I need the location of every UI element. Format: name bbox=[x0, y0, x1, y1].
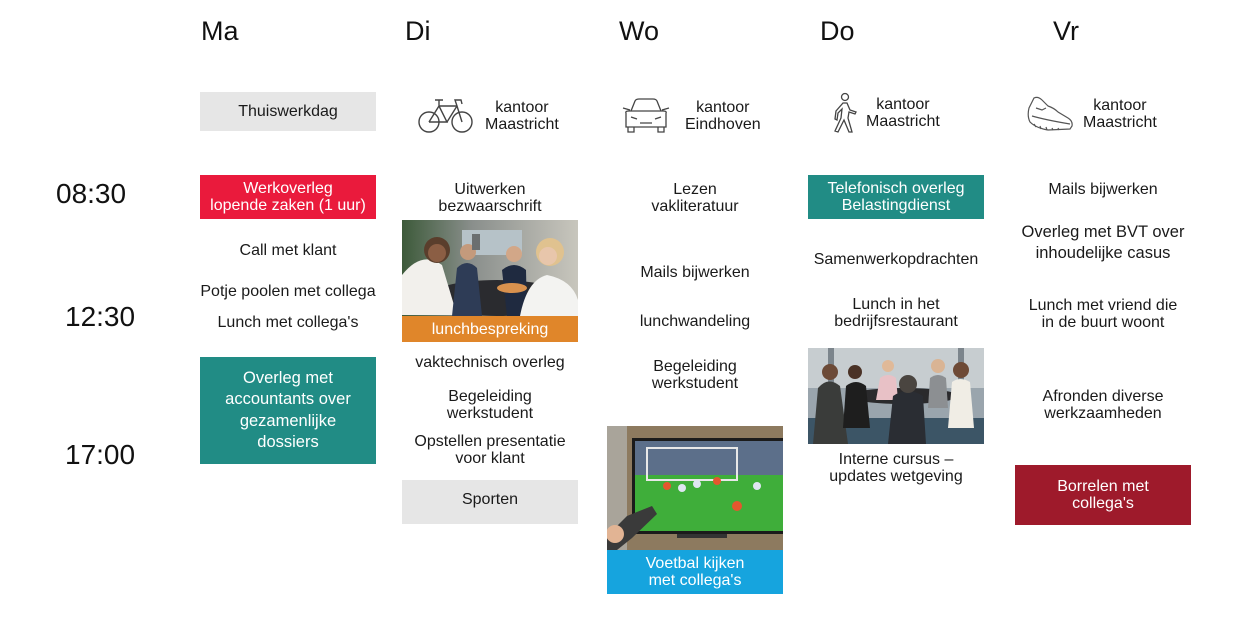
event-line: accountants over bbox=[225, 390, 351, 408]
event-line: bezwaarschrift bbox=[438, 198, 542, 215]
event-line: Uitwerken bbox=[454, 181, 526, 198]
time-label-0830: 08:30 bbox=[56, 178, 127, 209]
event-opstellen-presentatie[interactable]: Opstellen presentatie voor klant bbox=[390, 433, 590, 467]
event-begeleiding-werkstudent[interactable]: Begeleiding werkstudent bbox=[395, 388, 585, 422]
location-thuiswerkdag: Thuiswerkdag bbox=[200, 92, 376, 131]
event-sporten[interactable]: Sporten bbox=[402, 480, 578, 524]
day-header-wo: Wo bbox=[619, 16, 660, 46]
event-line: Belastingdienst bbox=[841, 197, 951, 214]
caption-line: Voetbal kijken bbox=[645, 555, 745, 572]
event-begeleiding-werkstudent-wo[interactable]: Begeleiding werkstudent bbox=[600, 358, 790, 392]
walking-person-icon bbox=[834, 92, 857, 133]
event-overleg-accountants[interactable]: Overleg met accountants over gezamenlijk… bbox=[200, 357, 376, 464]
event-line: bedrijfsrestaurant bbox=[834, 313, 958, 330]
event-interne-cursus[interactable]: Interne cursus – updates wetgeving bbox=[796, 451, 996, 485]
event-line: Werkoverleg bbox=[243, 180, 333, 197]
location-line2: Eindhoven bbox=[685, 116, 761, 133]
event-line: updates wetgeving bbox=[829, 468, 963, 485]
location-line2: Maastricht bbox=[866, 113, 940, 130]
day-header-ma: Ma bbox=[201, 16, 239, 46]
event-line: Opstellen presentatie bbox=[414, 433, 566, 450]
location-line2: Maastricht bbox=[485, 116, 559, 133]
event-call-met-klant[interactable]: Call met klant bbox=[190, 242, 386, 259]
location-do: kantoor Maastricht bbox=[830, 92, 940, 134]
event-lunch-bedrijfsrestaurant[interactable]: Lunch in het bedrijfsrestaurant bbox=[796, 296, 996, 330]
event-line: Lunch in het bbox=[852, 296, 940, 313]
time-label-1230: 12:30 bbox=[65, 301, 136, 332]
event-line: Lunch met vriend die bbox=[1028, 297, 1178, 314]
event-line: lopende zaken (1 uur) bbox=[210, 197, 366, 214]
event-voetbal-kijken[interactable]: Voetbal kijken met collega's bbox=[607, 426, 783, 594]
event-line: Lezen bbox=[673, 181, 717, 198]
event-line: Interne cursus – bbox=[838, 451, 954, 468]
event-line: Sporten bbox=[461, 491, 519, 508]
location-line1: kantoor bbox=[1093, 97, 1147, 114]
sneaker-icon bbox=[1027, 96, 1073, 131]
event-vaktechnisch-overleg[interactable]: vaktechnisch overleg bbox=[395, 354, 585, 371]
voetbal-caption: Voetbal kijken met collega's bbox=[607, 550, 783, 594]
location-label: Thuiswerkdag bbox=[238, 103, 338, 120]
lunchbespreking-caption: lunchbespreking bbox=[402, 316, 578, 342]
event-line: in de buurt woont bbox=[1041, 314, 1165, 331]
event-line: werkzaamheden bbox=[1044, 405, 1162, 422]
event-afronden-werkzaamheden[interactable]: Afronden diverse werkzaamheden bbox=[1003, 388, 1203, 422]
event-lezen-vakliteratuur[interactable]: Lezen vakliteratuur bbox=[600, 181, 790, 215]
event-samenwerkopdrachten[interactable]: Samenwerkopdrachten bbox=[796, 251, 996, 268]
event-uitwerken-bezwaarschrift[interactable]: Uitwerken bezwaarschrift bbox=[395, 181, 585, 215]
event-borrelen[interactable]: Borrelen met collega's bbox=[1015, 465, 1191, 525]
event-lunch-collegas[interactable]: Lunch met collega's bbox=[190, 314, 386, 331]
location-wo: kantoor Eindhoven bbox=[621, 97, 761, 135]
location-vr: kantoor Maastricht bbox=[1026, 94, 1157, 134]
event-line: dossiers bbox=[257, 433, 319, 451]
football-tv-photo bbox=[607, 426, 783, 550]
location-line1: kantoor bbox=[696, 99, 750, 116]
location-line1: kantoor bbox=[495, 99, 549, 116]
event-lunchwandeling[interactable]: lunchwandeling bbox=[600, 313, 790, 330]
car-icon bbox=[622, 98, 670, 133]
event-line: voor klant bbox=[455, 450, 525, 467]
event-line: werkstudent bbox=[446, 405, 534, 422]
event-line: werkstudent bbox=[651, 375, 739, 392]
event-line: collega's bbox=[1072, 495, 1134, 512]
day-header-di: Di bbox=[405, 16, 431, 46]
event-line: Overleg met bbox=[243, 368, 333, 387]
event-werkoverleg[interactable]: Werkoverleg lopende zaken (1 uur) bbox=[200, 175, 376, 219]
caption-line: met collega's bbox=[648, 572, 742, 589]
event-line: inhoudelijke casus bbox=[1035, 244, 1171, 262]
event-mails-bijwerken-vr[interactable]: Mails bijwerken bbox=[1003, 181, 1203, 198]
event-line: Begeleiding bbox=[448, 388, 532, 405]
day-header-vr: Vr bbox=[1053, 16, 1079, 46]
location-line1: kantoor bbox=[876, 96, 930, 113]
event-line: gezamenlijke bbox=[239, 411, 337, 430]
event-line: vakliteratuur bbox=[651, 198, 739, 215]
event-overleg-bvt[interactable]: Overleg met BVT over inhoudelijke casus bbox=[1003, 222, 1203, 264]
event-line: Telefonisch overleg bbox=[827, 180, 965, 197]
location-line2: Maastricht bbox=[1083, 114, 1157, 131]
event-mails-bijwerken-wo[interactable]: Mails bijwerken bbox=[600, 264, 790, 281]
event-line: Borrelen met bbox=[1057, 478, 1149, 495]
event-potje-poolen[interactable]: Potje poolen met collega bbox=[185, 283, 391, 300]
event-line: Begeleiding bbox=[653, 358, 737, 375]
lunch-meeting-photo bbox=[402, 220, 578, 316]
time-label-1700: 17:00 bbox=[65, 439, 136, 470]
bicycle-icon bbox=[418, 99, 473, 133]
location-di: kantoor Maastricht bbox=[417, 96, 559, 136]
event-telefonisch-overleg[interactable]: Telefonisch overleg Belastingdienst bbox=[808, 175, 984, 219]
event-lunch-vriend[interactable]: Lunch met vriend die in de buurt woont bbox=[1003, 297, 1203, 331]
event-line: Afronden diverse bbox=[1042, 388, 1164, 405]
day-header-do: Do bbox=[820, 16, 855, 46]
event-line: Overleg met BVT over bbox=[1021, 223, 1185, 241]
event-lunchbespreking[interactable]: lunchbespreking bbox=[402, 220, 578, 342]
meeting-room-photo bbox=[808, 348, 984, 444]
meeting-room-image bbox=[808, 348, 984, 444]
